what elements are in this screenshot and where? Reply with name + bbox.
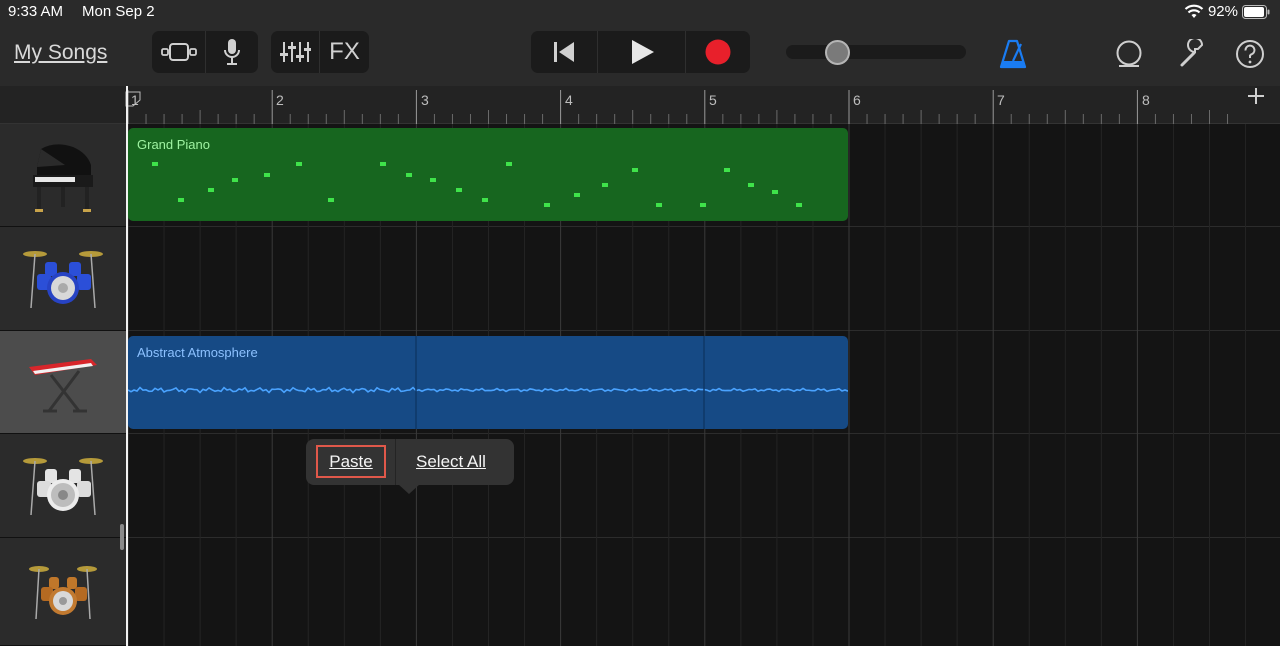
wifi-icon: [1184, 4, 1204, 18]
plus-icon: [1248, 88, 1264, 104]
bar-number: 7: [997, 92, 1005, 108]
metronome-button[interactable]: [997, 38, 1029, 70]
drum-kit-icon: [23, 457, 103, 515]
midi-notes: [152, 162, 802, 207]
battery-percent: 92%: [1207, 3, 1238, 20]
bar-number: 6: [853, 92, 861, 108]
track-header-drums-blue[interactable]: [0, 227, 126, 331]
audio-waveform: [128, 336, 848, 429]
midi-note: [482, 198, 488, 202]
record-button[interactable]: [686, 31, 750, 73]
midi-note: [208, 188, 214, 192]
drum-kit-icon: [23, 250, 103, 308]
loop-button[interactable]: [1113, 38, 1145, 70]
bar-number: 8: [1142, 92, 1150, 108]
select-all-menu-item[interactable]: Select All: [416, 452, 486, 472]
help-icon: [1236, 40, 1264, 68]
track-header-drums-brown[interactable]: [0, 538, 126, 646]
midi-note: [430, 178, 436, 182]
rewind-icon: [554, 42, 574, 62]
ruler-ticks: [125, 90, 1229, 124]
playhead[interactable]: [126, 86, 128, 646]
popup-divider: [395, 439, 396, 485]
microphone-icon: [224, 39, 240, 65]
midi-note: [772, 190, 778, 194]
volume-knob[interactable]: [824, 40, 850, 65]
bar-number: 1: [131, 92, 139, 108]
status-bar: 9:33 AM Mon Sep 2 92%: [0, 0, 1280, 24]
add-section-button[interactable]: [1246, 86, 1280, 124]
status-indicators: 92%: [1184, 3, 1270, 20]
popup-arrow: [398, 484, 420, 494]
status-time: 9:33 AM: [8, 3, 64, 20]
settings-button[interactable]: [1177, 38, 1209, 70]
midi-note: [178, 198, 184, 202]
microphone-button[interactable]: [206, 31, 258, 73]
midi-note: [506, 162, 512, 166]
settings-wrench-icon: [1180, 39, 1204, 67]
scroll-indicator: [120, 524, 124, 550]
help-button[interactable]: [1234, 38, 1266, 70]
midi-note: [724, 168, 730, 172]
toolbar: My Songs FX: [0, 24, 1280, 86]
midi-note: [152, 162, 158, 166]
midi-note: [796, 203, 802, 207]
midi-note: [296, 162, 302, 166]
battery-icon: [1242, 4, 1270, 19]
loop-icon: [1116, 40, 1142, 67]
play-button[interactable]: [598, 31, 685, 73]
bar-number: 5: [709, 92, 717, 108]
browser-view-button[interactable]: [152, 31, 205, 73]
fx-button[interactable]: FX: [320, 31, 369, 73]
keyboard-synth-icon: [29, 359, 97, 413]
edit-popup-menu: Paste Select All: [306, 439, 514, 485]
status-date: Mon Sep 2: [82, 3, 155, 20]
my-songs-link[interactable]: My Songs: [14, 41, 107, 65]
metronome-icon: [999, 39, 1027, 69]
region-abstract-atmosphere[interactable]: Abstract Atmosphere: [128, 336, 848, 429]
midi-note: [700, 203, 706, 207]
midi-note: [574, 193, 580, 197]
volume-slider[interactable]: [786, 45, 966, 59]
mix-group: FX: [271, 31, 369, 73]
record-icon: [705, 39, 731, 65]
mixer-button[interactable]: [271, 31, 319, 73]
browser-view-icon: [160, 43, 197, 61]
track-header-grand-piano[interactable]: [0, 124, 126, 227]
midi-note: [656, 203, 662, 207]
midi-note: [328, 198, 334, 202]
track-header-drums-white[interactable]: [0, 434, 126, 538]
region-grand-piano[interactable]: Grand Piano: [128, 128, 848, 221]
midi-note: [544, 203, 550, 207]
mixer-icon: [280, 42, 311, 62]
bar-number: 3: [421, 92, 429, 108]
bar-number: 2: [276, 92, 284, 108]
midi-note: [602, 183, 608, 187]
play-icon: [631, 40, 654, 64]
paste-highlight: Paste: [316, 445, 386, 478]
midi-note: [264, 173, 270, 177]
bar-number: 4: [565, 92, 573, 108]
midi-note: [406, 173, 412, 177]
midi-note: [456, 188, 462, 192]
drum-kit-icon: [29, 565, 97, 619]
midi-note: [232, 178, 238, 182]
transport-group: [531, 31, 750, 73]
midi-note: [632, 168, 638, 172]
timeline-ruler[interactable]: 1 2 3 4 5 6 7 8: [0, 86, 1280, 124]
waveform-line: [128, 386, 848, 394]
fx-label: FX: [329, 38, 360, 65]
track-header-keyboard[interactable]: [0, 331, 126, 434]
midi-note: [748, 183, 754, 187]
midi-note: [380, 162, 386, 166]
paste-menu-item[interactable]: Paste: [329, 452, 372, 472]
view-group: [152, 31, 258, 73]
rewind-button[interactable]: [531, 31, 597, 73]
grand-piano-icon: [33, 144, 93, 212]
